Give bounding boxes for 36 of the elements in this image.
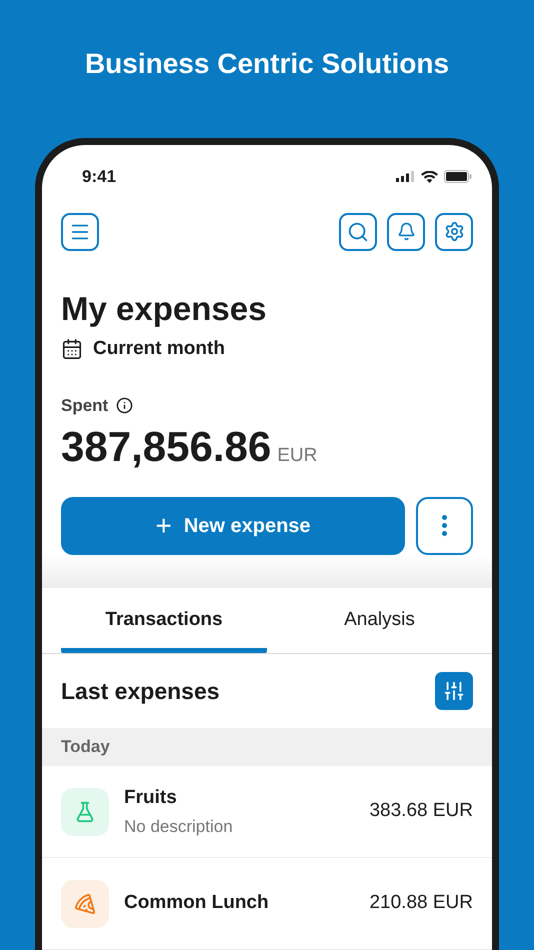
expense-amount: 383.68 EUR xyxy=(369,799,473,824)
notifications-button[interactable] xyxy=(387,212,425,251)
info-icon xyxy=(116,397,134,414)
group-label: Today xyxy=(61,736,110,758)
spent-amount: 387,856.86 xyxy=(61,422,272,472)
search-button[interactable] xyxy=(339,212,377,251)
wifi-icon xyxy=(421,170,438,183)
new-expense-button[interactable]: + New expense xyxy=(61,496,405,555)
spent-label: Spent xyxy=(61,395,108,418)
menu-button[interactable] xyxy=(61,212,99,251)
section-title: Last expenses xyxy=(61,676,220,706)
expense-description: No description xyxy=(124,816,234,838)
bell-icon xyxy=(396,222,416,242)
filter-button[interactable] xyxy=(435,672,473,710)
more-icon xyxy=(442,515,447,536)
settings-button[interactable] xyxy=(435,212,473,251)
search-icon xyxy=(347,220,369,243)
tab[interactable]: Analysis xyxy=(267,588,492,654)
battery-icon xyxy=(444,170,472,184)
expense-row[interactable]: Fruits No description 383.68 EUR xyxy=(42,766,492,858)
expense-amount: 210.88 EUR xyxy=(369,891,473,916)
expense-name: Fruits xyxy=(124,786,178,810)
expense-row[interactable]: Common Lunch 210.88 EUR xyxy=(42,858,492,950)
settings-icon xyxy=(444,221,464,242)
spent-currency: EUR xyxy=(277,444,318,468)
pizza-slice-icon xyxy=(74,892,96,914)
calendar-icon xyxy=(61,338,83,360)
status-time: 9:41 xyxy=(82,166,116,188)
tab[interactable]: Transactions xyxy=(61,588,267,654)
period-label: Current month xyxy=(93,336,225,361)
expense-name: Common Lunch xyxy=(124,891,270,916)
signal-icon xyxy=(396,171,415,182)
flask-icon xyxy=(74,800,96,822)
headline: Business Centric Solutions xyxy=(84,47,450,81)
sliders-icon xyxy=(443,680,465,702)
page-title: My expenses xyxy=(61,288,268,329)
